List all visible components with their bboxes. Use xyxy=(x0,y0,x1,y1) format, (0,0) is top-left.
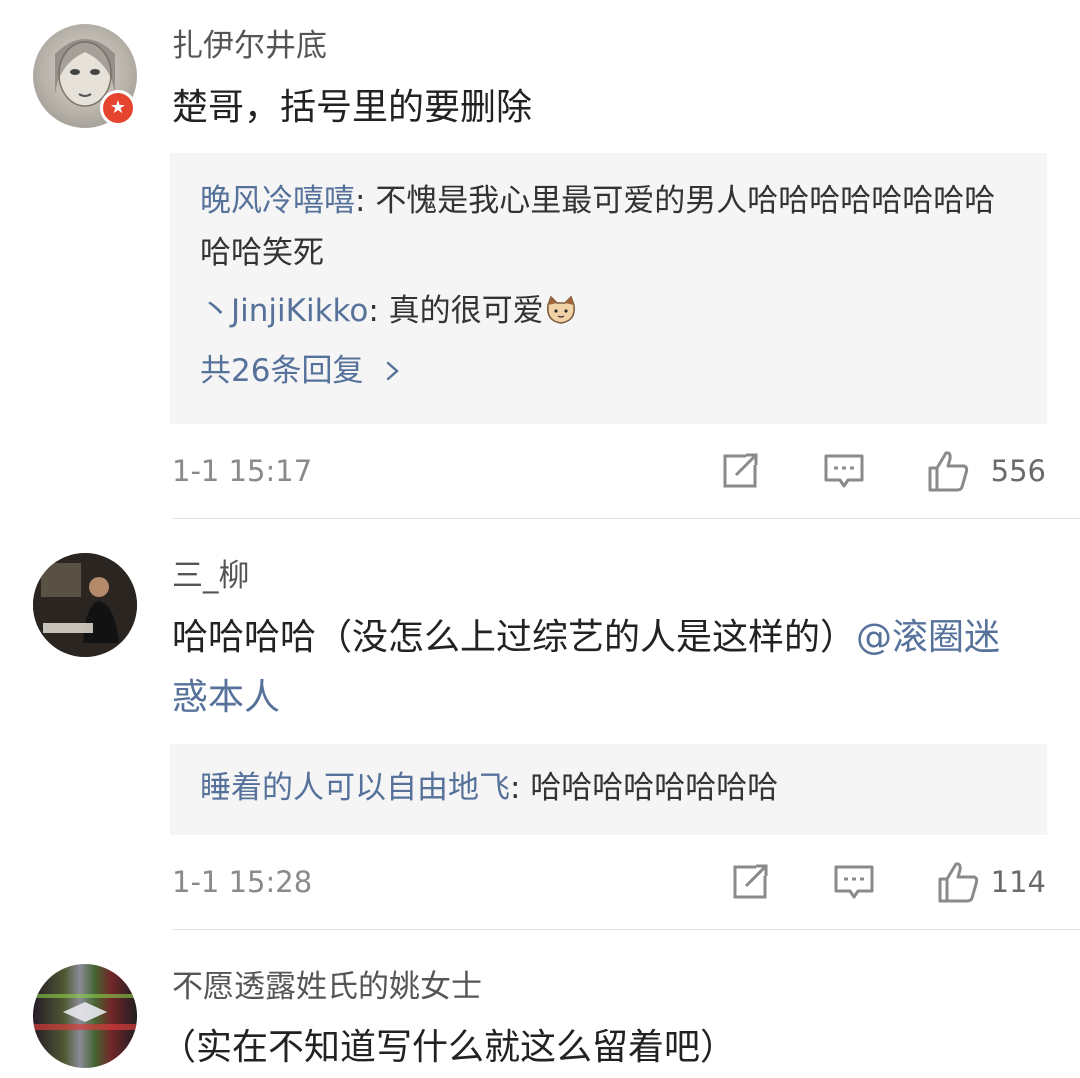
comment-text: （实在不知道写什么就这么留着吧） xyxy=(160,1027,737,1068)
divider xyxy=(172,929,1080,930)
divider xyxy=(172,518,1080,519)
thumbs-up-icon[interactable] xyxy=(934,858,982,906)
reply-item: 晚风冷嘻嘻: 不愧是我心里最可爱的男人哈哈哈哈哈哈哈哈哈哈笑死 xyxy=(200,175,1017,279)
reply-username[interactable]: 丶JinjiKikko xyxy=(200,293,368,329)
comment-meta: 1-1 15:28 114 xyxy=(172,854,1046,914)
username[interactable]: 扎伊尔井底 xyxy=(172,26,327,66)
reply-separator: : xyxy=(510,770,531,806)
reply-username[interactable]: 晚风冷嘻嘻 xyxy=(200,183,355,219)
thumbs-up-icon[interactable] xyxy=(924,447,972,495)
comment-text-body: 哈哈哈哈（没怎么上过综艺的人是这样的） xyxy=(172,617,857,658)
reply-preview[interactable]: 晚风冷嘻嘻: 不愧是我心里最可爱的男人哈哈哈哈哈哈哈哈哈哈笑死 丶JinjiKi… xyxy=(170,153,1047,424)
comment-meta: 1-1 15:17 556 xyxy=(172,443,1046,503)
share-icon[interactable] xyxy=(726,858,774,906)
comment-text: 楚哥，括号里的要删除 xyxy=(172,87,533,128)
comment-icon[interactable] xyxy=(820,447,868,495)
chevron-right-icon xyxy=(387,361,400,381)
username[interactable]: 三_柳 xyxy=(172,556,250,596)
reply-separator: : xyxy=(368,293,389,329)
like-count: 114 xyxy=(990,865,1046,899)
timestamp: 1-1 15:17 xyxy=(172,454,313,488)
reply-preview[interactable]: 睡着的人可以自由地飞: 哈哈哈哈哈哈哈哈 xyxy=(170,744,1047,835)
view-all-replies-link[interactable]: 共26条回复 xyxy=(200,345,1017,397)
timestamp: 1-1 15:28 xyxy=(172,865,313,899)
reply-username[interactable]: 睡着的人可以自由地飞 xyxy=(200,770,510,806)
avatar[interactable] xyxy=(33,964,137,1068)
like-count: 556 xyxy=(990,454,1046,488)
reply-count-label: 共26条回复 xyxy=(200,353,364,389)
reply-item: 睡着的人可以自由地飞: 哈哈哈哈哈哈哈哈 xyxy=(200,762,1017,814)
verified-badge-icon: ★ xyxy=(100,90,136,126)
reply-text: 哈哈哈哈哈哈哈哈 xyxy=(530,770,779,806)
username[interactable]: 不愿透露姓氏的姚女士 xyxy=(172,967,482,1007)
cat-emoji-icon xyxy=(546,295,575,324)
reply-text: 真的很可爱 xyxy=(388,293,544,329)
comment-text: 哈哈哈哈（没怎么上过综艺的人是这样的）@滚圈迷惑本人 xyxy=(172,608,1032,728)
avatar[interactable] xyxy=(33,553,137,657)
share-icon[interactable] xyxy=(716,447,764,495)
reply-separator: : xyxy=(355,183,376,219)
comment-icon[interactable] xyxy=(830,858,878,906)
reply-item: 丶JinjiKikko: 真的很可爱 xyxy=(200,285,1017,337)
